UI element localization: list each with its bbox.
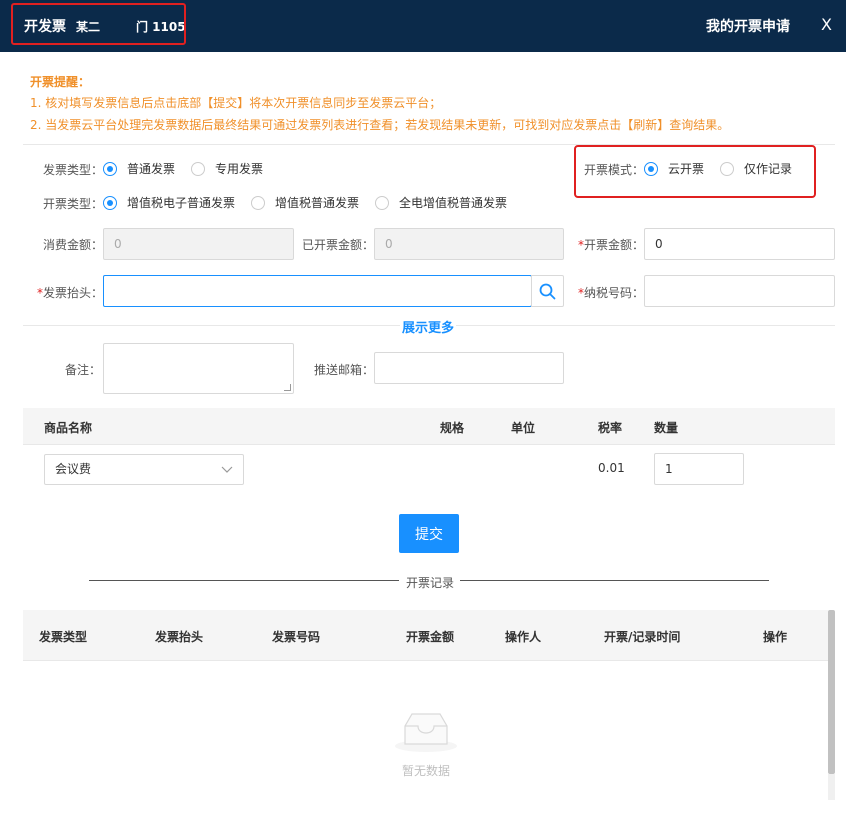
email-label: 推送邮箱： [314, 363, 375, 377]
records-col-time: 开票/记录时间 [604, 630, 681, 644]
show-more-link[interactable]: 展示更多 [400, 317, 457, 336]
consume-amount-input: 0 [103, 228, 294, 260]
consume-amount-label: 消费金额： [43, 238, 104, 252]
records-col-operator: 操作人 [505, 630, 542, 644]
divider [460, 580, 769, 581]
records-table-header: 发票类型 发票抬头 发票号码 开票金额 操作人 开票/记录时间 操作 [23, 610, 828, 661]
title-highlight-box [11, 3, 186, 45]
goods-col-spec: 规格 [440, 421, 465, 435]
invoice-header-input[interactable] [103, 275, 532, 307]
invoice-header-label: *发票抬头： [37, 286, 104, 300]
tax-number-label: *纳税号码： [578, 286, 645, 300]
remark-textarea[interactable] [103, 343, 294, 394]
notice-title: 开票提醒： [30, 75, 91, 89]
invoice-amount-label: *开票金额： [578, 238, 645, 252]
records-col-type: 发票类型 [39, 630, 88, 644]
search-icon [539, 283, 556, 299]
radio-unchecked-icon [191, 161, 205, 176]
radio-billing-normal[interactable]: 增值税普通发票 [251, 194, 359, 211]
radio-billing-e-normal[interactable]: 增值税电子普通发票 [103, 194, 235, 211]
radio-checked-icon [644, 161, 658, 176]
radio-unchecked-icon [251, 195, 265, 210]
goods-col-name: 商品名称 [44, 421, 93, 435]
radio-checked-icon [103, 195, 117, 210]
invoiced-amount-input: 0 [374, 228, 564, 260]
empty-state-text: 暂无数据 [402, 764, 451, 778]
radio-unchecked-icon [720, 161, 734, 176]
goods-name-select[interactable]: 会议费 [44, 454, 244, 485]
records-col-number: 发票号码 [272, 630, 321, 644]
billing-mode-label: 开票模式： [584, 163, 645, 177]
radio-invoice-special[interactable]: 专用发票 [191, 160, 263, 177]
close-icon[interactable]: X [821, 15, 832, 34]
invoiced-amount-label: 已开票金额： [302, 238, 375, 252]
notice-line-1: 1. 核对填写发票信息后点击底部【提交】将本次开票信息同步至发票云平台； [30, 96, 442, 110]
goods-table-header: 商品名称 规格 单位 税率 数量 [23, 408, 835, 445]
radio-mode-cloud[interactable]: 云开票 [644, 160, 704, 177]
records-scrollbar[interactable] [828, 610, 835, 774]
resize-handle-icon[interactable] [284, 384, 291, 391]
records-scroll-track[interactable] [828, 774, 835, 800]
tax-number-input[interactable] [644, 275, 835, 307]
records-col-header: 发票抬头 [155, 630, 204, 644]
billing-type-label: 开票类型： [43, 197, 104, 211]
search-button[interactable] [531, 275, 564, 307]
radio-mode-record-only[interactable]: 仅作记录 [720, 160, 792, 177]
goods-tax-value: 0.01 [598, 461, 625, 475]
my-invoice-requests-link[interactable]: 我的开票申请 [706, 16, 790, 36]
divider [89, 580, 399, 581]
empty-inbox-icon [395, 713, 457, 752]
chevron-down-icon [221, 466, 233, 473]
goods-qty-input[interactable]: 1 [654, 453, 744, 485]
invoice-amount-input[interactable]: 0 [644, 228, 835, 260]
radio-invoice-normal[interactable]: 普通发票 [103, 160, 175, 177]
radio-billing-full-e[interactable]: 全电增值税普通发票 [375, 194, 507, 211]
email-input[interactable] [374, 352, 564, 384]
remark-label: 备注： [65, 363, 102, 377]
submit-button[interactable]: 提交 [399, 514, 459, 553]
radio-unchecked-icon [375, 195, 389, 210]
records-col-amount: 开票金额 [406, 630, 455, 644]
notice-line-2: 2. 当发票云平台处理完发票数据后最终结果可通过发票列表进行查看；若发现结果未更… [30, 118, 730, 132]
goods-col-unit: 单位 [511, 421, 536, 435]
invoice-type-label: 发票类型： [43, 163, 104, 177]
goods-col-tax: 税率 [598, 421, 623, 435]
radio-checked-icon [103, 161, 117, 176]
records-col-actions: 操作 [763, 630, 788, 644]
goods-col-qty: 数量 [654, 421, 679, 435]
records-title: 开票记录 [406, 576, 455, 590]
dialog-header: 开发票 某二 门 1105 我的开票申请 X [0, 0, 846, 52]
